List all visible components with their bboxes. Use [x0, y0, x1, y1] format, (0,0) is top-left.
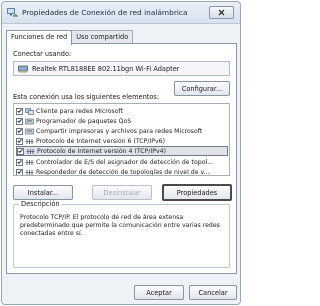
install-button[interactable]: Instalar... — [13, 185, 73, 200]
network-client-icon — [25, 107, 34, 115]
checkmark-icon — [17, 170, 22, 175]
item-checkbox[interactable] — [17, 147, 24, 155]
accept-button[interactable]: Aceptar — [134, 285, 184, 300]
item-label: Programador de paquetes QoS — [36, 117, 132, 125]
cancel-button[interactable]: Cancelar — [189, 285, 237, 300]
networking-panel: Conectar usando: Realtek RTL8188EE 802.1… — [6, 43, 237, 274]
item-label: Compartir impresoras y archivos para red… — [36, 127, 203, 135]
description-text: Protocolo TCP/IP. El protocolo de red de… — [20, 214, 220, 237]
protocol-icon — [25, 169, 34, 175]
network-connection-icon — [7, 8, 18, 18]
properties-dialog: Propiedades de Conexión de red inalámbri… — [1, 1, 241, 305]
checkmark-icon — [17, 139, 22, 144]
checkmark-icon — [17, 119, 22, 124]
list-item[interactable]: Controlador de E/S del asignador de dete… — [16, 157, 228, 167]
tab-networking[interactable]: Funciones de red — [6, 30, 73, 45]
item-checkbox[interactable] — [16, 117, 23, 125]
checkmark-icon — [18, 149, 23, 154]
item-label: Protocolo de Internet versión 6 (TCP/IPv… — [36, 137, 165, 145]
item-checkbox[interactable] — [16, 127, 23, 135]
adapter-name: Realtek RTL8188EE 802.11bgn Wi-Fi Adapte… — [32, 65, 180, 73]
list-item[interactable]: Programador de paquetes QoS — [16, 116, 228, 126]
item-checkbox[interactable] — [16, 107, 23, 115]
close-button[interactable] — [209, 6, 234, 19]
protocol-icon — [25, 159, 34, 165]
item-label: Protocolo de Internet versión 4 (TCP/IPv… — [37, 147, 166, 155]
list-item[interactable]: Compartir impresoras y archivos para red… — [16, 126, 228, 136]
network-service-icon — [25, 128, 34, 134]
elements-label: Esta conexión usa los siguientes element… — [13, 93, 160, 101]
close-icon — [218, 9, 225, 16]
item-checkbox[interactable] — [16, 168, 23, 175]
item-checkbox[interactable] — [16, 158, 23, 166]
network-service-icon — [25, 118, 34, 124]
item-checkbox[interactable] — [16, 137, 23, 145]
elements-list[interactable]: Cliente para redes Microsoft Programador… — [13, 103, 230, 176]
description-group: Descripción Protocolo TCP/IP. El protoco… — [13, 200, 230, 268]
list-item[interactable]: Protocolo de Internet versión 6 (TCP/IPv… — [16, 136, 228, 146]
checkmark-icon — [17, 109, 22, 114]
connect-using-label: Conectar usando: — [13, 50, 72, 58]
protocol-icon — [26, 148, 35, 154]
network-adapter-icon — [18, 65, 28, 73]
uninstall-button[interactable]: Desinstalar — [92, 185, 152, 200]
list-item[interactable]: Respondedor de detección de topologías d… — [16, 167, 228, 176]
list-item-selected[interactable]: Protocolo de Internet versión 4 (TCP/IPv… — [16, 146, 228, 156]
item-label: Controlador de E/S del asignador de dete… — [36, 158, 214, 166]
item-label: Respondedor de detección de topologías d… — [36, 168, 210, 176]
protocol-icon — [25, 138, 34, 144]
item-label: Cliente para redes Microsoft — [36, 107, 124, 115]
description-legend: Descripción — [19, 200, 62, 208]
title-bar[interactable]: Propiedades de Conexión de red inalámbri… — [2, 2, 240, 24]
configure-button[interactable]: Configurar... — [174, 81, 230, 96]
window-title: Propiedades de Conexión de red inalámbri… — [22, 8, 188, 17]
checkmark-icon — [17, 160, 22, 165]
adapter-field: Realtek RTL8188EE 802.11bgn Wi-Fi Adapte… — [13, 61, 230, 76]
list-item[interactable]: Cliente para redes Microsoft — [16, 106, 228, 116]
checkmark-icon — [17, 129, 22, 134]
tab-sharing[interactable]: Uso compartido — [71, 30, 134, 44]
tab-strip: Funciones de red Uso compartido — [6, 30, 134, 45]
properties-button[interactable]: Propiedades — [162, 184, 232, 201]
